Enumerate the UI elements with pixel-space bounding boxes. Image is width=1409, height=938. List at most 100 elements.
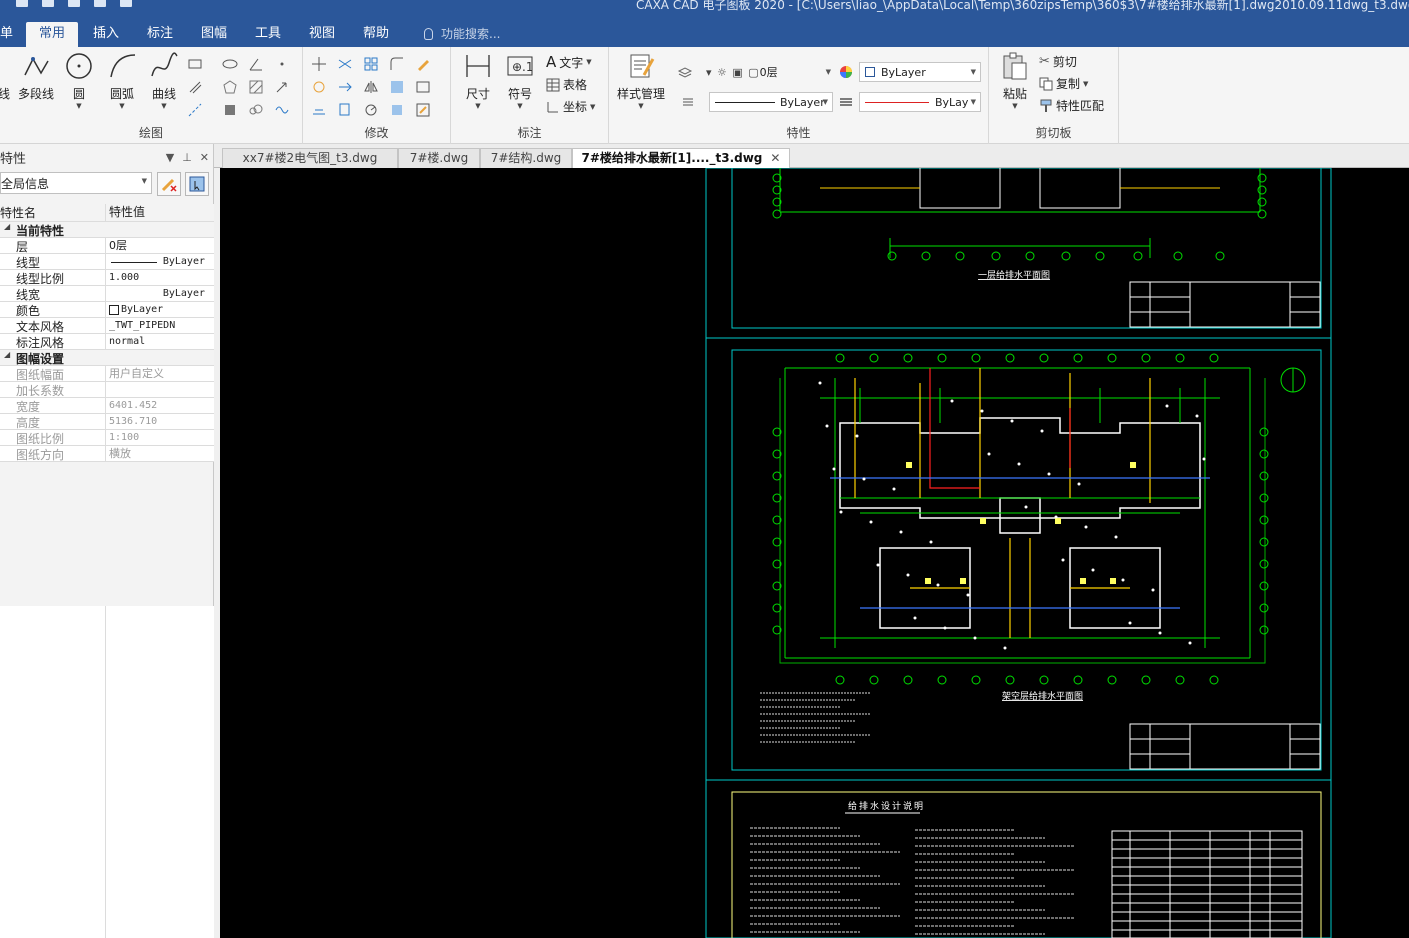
property-value: 1.000 — [109, 272, 140, 283]
linetype-menu-icon[interactable] — [680, 94, 696, 110]
tab-annotate[interactable]: 标注 — [136, 22, 184, 47]
extend-icon[interactable] — [337, 79, 353, 95]
close-icon[interactable]: ✕ — [200, 151, 209, 164]
dimension-button[interactable]: 尺寸 ▼ — [461, 51, 495, 110]
drawing-svg: 一层给排水平面图 架空层给排水平面图 给排水设计说明 — [705, 168, 1332, 938]
cloud-icon[interactable] — [248, 102, 264, 118]
property-row-layer[interactable]: 层 0层 — [0, 238, 214, 254]
scale-icon[interactable] — [389, 79, 405, 95]
fixture-marker — [1130, 462, 1136, 468]
lineweight-combo[interactable]: ByLay ▼ — [859, 92, 981, 112]
block-icon[interactable] — [222, 102, 238, 118]
feature-search[interactable]: 功能搜索... — [424, 25, 500, 42]
color-combo[interactable]: ByLayer ▼ — [859, 62, 981, 82]
sheet3-notes — [750, 827, 1075, 935]
table-button[interactable]: 表格 — [546, 76, 587, 93]
open-file-icon[interactable] — [42, 0, 54, 7]
paste-button[interactable]: 粘贴 ▼ — [997, 51, 1033, 110]
linetype-combo[interactable]: ByLayer ▼ — [709, 92, 833, 112]
polyline-button[interactable]: 多段线 — [16, 51, 56, 102]
rotate-icon[interactable] — [311, 79, 327, 95]
tab-sheet[interactable]: 图幅 — [190, 22, 238, 47]
property-row-lineweight[interactable]: 线宽 ByLayer — [0, 286, 214, 302]
tab-tools[interactable]: 工具 — [244, 22, 292, 47]
polygon-icon[interactable] — [222, 79, 238, 95]
sheet1-caption: 一层给排水平面图 — [978, 269, 1050, 281]
pipe-node — [1047, 472, 1051, 476]
property-row-linetype[interactable]: 线型 ByLayer — [0, 254, 214, 270]
cut-button[interactable]: ✂ 剪切 — [1039, 53, 1077, 70]
trim-icon[interactable] — [337, 56, 353, 72]
close-tab-icon[interactable]: ✕ — [770, 151, 780, 165]
tab-help[interactable]: 帮助 — [352, 22, 400, 47]
array-icon[interactable] — [363, 56, 379, 72]
coordinate-button[interactable]: 坐标 ▼ — [546, 98, 595, 115]
select-objects-button[interactable] — [185, 172, 209, 196]
pin-icon[interactable]: ⊥ — [182, 151, 192, 164]
color-wheel-icon[interactable] — [838, 64, 854, 80]
offset-icon[interactable] — [311, 102, 327, 118]
fixture-marker — [906, 462, 912, 468]
panel-menu-icon[interactable]: ▼ — [166, 151, 174, 164]
property-row-linetype-scale[interactable]: 线型比例 1.000 — [0, 270, 214, 286]
wave-line-icon[interactable] — [274, 102, 290, 118]
copy-button[interactable]: 复制 ▼ — [1039, 75, 1088, 92]
section-current-properties[interactable]: ◢ 当前特性 — [0, 222, 214, 238]
property-row-text-style[interactable]: 文本风格 _TWT_PIPEDN — [0, 318, 214, 334]
circle-button[interactable]: 圆 ▼ — [62, 51, 96, 110]
arc-button[interactable]: 圆弧 ▼ — [104, 51, 140, 110]
text-button[interactable]: A 文字 ▼ — [546, 53, 592, 71]
quick-select-button[interactable] — [157, 172, 181, 196]
fixture-marker — [960, 578, 966, 584]
sheet3-title: 给排水设计说明 — [848, 800, 925, 812]
centerline-icon[interactable] — [187, 102, 203, 118]
angle-line-icon[interactable] — [248, 56, 264, 72]
mirror-icon[interactable] — [363, 79, 379, 95]
ellipse-icon[interactable] — [222, 56, 238, 72]
arrow-icon[interactable] — [274, 79, 290, 95]
window-title: CAXA CAD 电子图板 2020 - [C:\Users\liao_\App… — [636, 0, 1409, 12]
undo-icon[interactable] — [120, 0, 132, 7]
pipe-node — [855, 434, 859, 438]
line-button[interactable]: 线 — [0, 51, 10, 102]
save-icon[interactable] — [68, 0, 80, 7]
lineweight-icon[interactable] — [838, 94, 854, 110]
tab-insert[interactable]: 插入 — [82, 22, 130, 47]
stretch-icon[interactable] — [415, 79, 431, 95]
doc-tab-plumbing[interactable]: 7#楼给排水最新[1]...._t3.dwg ✕ — [572, 148, 790, 168]
axis-bubble — [869, 353, 879, 363]
parallel-line-icon[interactable] — [187, 79, 203, 95]
property-row-dim-style[interactable]: 标注风格 normal — [0, 334, 214, 350]
section-sheet-settings[interactable]: ◢ 图幅设置 — [0, 350, 214, 366]
move-icon[interactable] — [311, 56, 327, 72]
layer-manager-icon[interactable] — [677, 64, 693, 80]
point-icon[interactable] — [274, 56, 290, 72]
curve-button[interactable]: 曲线 ▼ — [146, 51, 182, 110]
print-icon[interactable] — [94, 0, 106, 7]
tab-menu[interactable]: 单 — [0, 22, 13, 47]
tab-home[interactable]: 常用 — [26, 22, 78, 47]
property-row-color[interactable]: 颜色 ByLayer — [0, 302, 214, 318]
drawing-canvas[interactable]: 一层给排水平面图 架空层给排水平面图 给排水设计说明 — [220, 168, 1409, 938]
erase-icon[interactable] — [415, 56, 431, 72]
style-manager-button[interactable]: 样式管理 ▼ — [615, 51, 667, 110]
hatch-icon[interactable] — [248, 79, 264, 95]
symbol-button[interactable]: ⊕.1 符号 ▼ — [503, 51, 537, 110]
properties-group-label: 特性 — [786, 126, 811, 140]
axis-bubble — [971, 353, 981, 363]
new-file-icon[interactable] — [16, 0, 28, 7]
object-selector[interactable]: 全局信息 ▼ — [0, 172, 152, 194]
copy-entity-icon[interactable] — [337, 102, 353, 118]
doc-tab-building[interactable]: 7#楼.dwg — [398, 148, 480, 168]
explode-icon[interactable] — [389, 102, 405, 118]
doc-tab-structure[interactable]: 7#结构.dwg — [480, 148, 572, 168]
rectangle-icon[interactable] — [187, 56, 203, 72]
edit-icon[interactable] — [415, 102, 431, 118]
layer-combo[interactable]: ▾ ☼ ▣ ▢ 0层 ▼ — [701, 62, 835, 82]
property-row-height: 高度 5136.710 — [0, 414, 214, 430]
tab-view[interactable]: 视图 — [298, 22, 346, 47]
fillet-icon[interactable] — [389, 56, 405, 72]
rotate-object-icon[interactable] — [363, 102, 379, 118]
doc-tab-electrical[interactable]: xx7#楼2电气图_t3.dwg — [222, 148, 398, 168]
match-properties-button[interactable]: 特性匹配 — [1039, 97, 1104, 114]
